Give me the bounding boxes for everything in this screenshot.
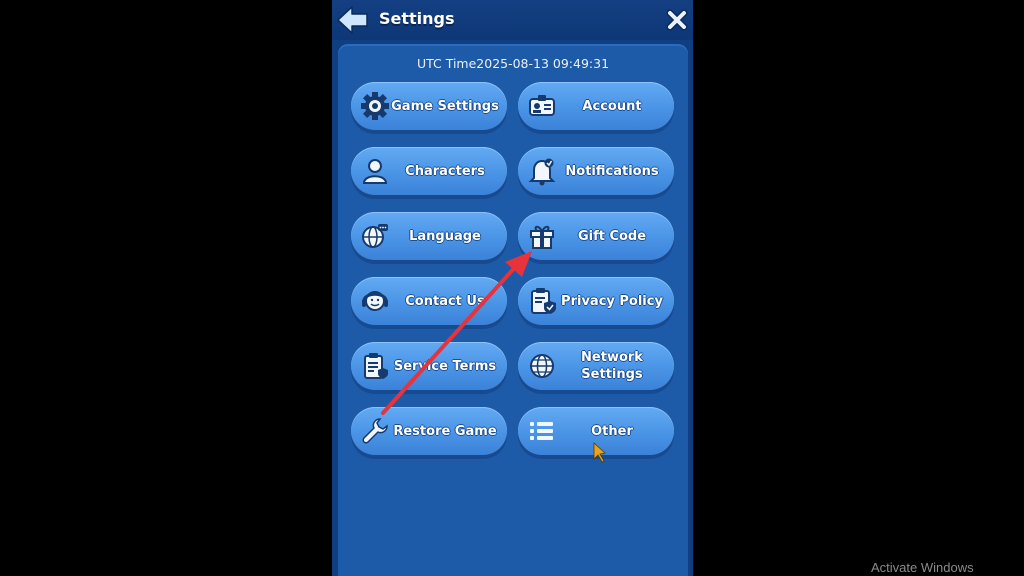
person-icon [362,159,388,184]
back-arrow-icon[interactable] [336,5,370,35]
contact-us-button[interactable]: Contact Us [351,277,507,325]
gift-icon [530,225,554,249]
id-card-icon [529,95,555,116]
game-settings-screen: Settings UTC Time2025-08-13 09:49:31 Gam… [332,0,693,576]
characters-button[interactable]: Characters [351,147,507,195]
headset-icon [362,291,388,311]
notifications-label: Notifications [565,163,659,179]
restore-game-label: Restore Game [393,423,497,439]
restore-game-button[interactable]: Restore Game [351,407,507,455]
settings-header: Settings [332,0,693,40]
network-settings-label: Network Settings [581,350,643,382]
language-label: Language [409,228,481,244]
close-icon[interactable] [666,9,688,31]
utc-time: UTC Time2025-08-13 09:49:31 [416,56,610,71]
service-terms-label: Service Terms [393,358,497,374]
account-button[interactable]: Account [518,82,674,130]
game-settings-label: Game Settings [391,98,499,114]
page-title: Settings [379,9,455,28]
wrench-icon [362,418,388,444]
account-label: Account [582,98,642,114]
windows-activation-watermark: Activate Windows [871,560,974,575]
gear-icon [361,92,389,120]
game-settings-button[interactable]: Game Settings [351,82,507,130]
network-settings-button[interactable]: Network Settings [518,342,674,390]
settings-panel: UTC Time2025-08-13 09:49:31 Game Setting… [338,44,688,576]
clipboard-icon [364,353,388,379]
privacy-policy-label: Privacy Policy [561,293,663,309]
list-icon [530,422,553,440]
privacy-policy-button[interactable]: Privacy Policy [518,277,674,325]
notifications-button[interactable]: Notifications [518,147,674,195]
gift-code-label: Gift Code [577,228,647,244]
globe-chat-icon [362,224,388,248]
globe-icon [530,354,554,378]
language-button[interactable]: Language [351,212,507,260]
other-button[interactable]: Other [518,407,674,455]
clipboard-shield-icon [531,288,556,314]
other-label: Other [591,423,633,439]
characters-label: Characters [405,163,485,179]
service-terms-button[interactable]: Service Terms [351,342,507,390]
gift-code-button[interactable]: Gift Code [518,212,674,260]
bell-icon [528,158,556,186]
contact-us-label: Contact Us [405,293,485,309]
